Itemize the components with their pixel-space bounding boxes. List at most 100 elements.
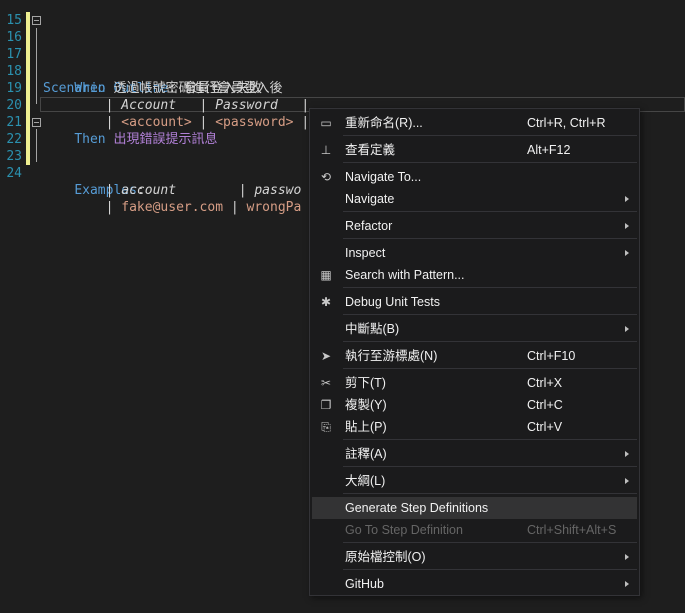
table-pipe: | — [105, 200, 122, 215]
change-marker — [26, 114, 30, 131]
submenu-arrow-icon — [625, 478, 629, 484]
menu-item-label: 執行至游標處(N) — [345, 349, 438, 363]
collapse-icon[interactable] — [32, 16, 41, 25]
menu-separator — [343, 287, 637, 288]
menu-item-source-control[interactable]: 原始檔控制(O) — [312, 546, 637, 568]
menu-item-refactor[interactable]: Refactor — [312, 215, 637, 237]
copy-icon: ❐ — [320, 398, 332, 412]
menu-item-label: Go To Step Definition — [345, 523, 463, 537]
table-value-cell: fake@user.com — [121, 200, 224, 215]
menu-item-label: Generate Step Definitions — [345, 501, 489, 515]
menu-item-navigate-to[interactable]: ⟲ Navigate To... — [312, 166, 637, 188]
menu-item-label: 複製(Y) — [345, 398, 387, 412]
table-header-cell: account — [121, 183, 177, 198]
menu-item-shortcut: Ctrl+F10 — [527, 349, 576, 363]
menu-item-label: GitHub — [345, 577, 384, 591]
menu-item-label: Search with Pattern... — [345, 268, 465, 282]
code-line: 20 Then 出現錯誤提示訊息 — [0, 80, 685, 147]
submenu-arrow-icon — [625, 196, 629, 202]
menu-item-label: 大綱(L) — [345, 474, 386, 488]
paste-icon: ⎘ — [321, 420, 331, 434]
menu-item-run-to-cursor[interactable]: ➤ 執行至游標處(N) Ctrl+F10 — [312, 345, 637, 367]
menu-item-label: 註釋(A) — [345, 447, 387, 461]
menu-item-shortcut: Ctrl+Shift+Alt+S — [527, 523, 617, 537]
submenu-arrow-icon — [625, 554, 629, 560]
menu-item-breakpoint[interactable]: 中斷點(B) — [312, 318, 637, 340]
menu-item-label: Debug Unit Tests — [345, 295, 440, 309]
table-header-cell: passwo — [254, 183, 302, 198]
line-number: 24 — [6, 166, 22, 181]
menu-item-label: 剪下(T) — [345, 376, 386, 390]
pointer-icon: ➤ — [320, 349, 332, 363]
submenu-arrow-icon — [625, 451, 629, 457]
menu-item-shortcut: Ctrl+X — [527, 376, 563, 390]
change-marker — [26, 148, 30, 165]
table-value-cell: wrongPa — [246, 200, 302, 215]
menu-item-github[interactable]: GitHub — [312, 573, 637, 595]
change-marker — [26, 46, 30, 63]
menu-item-inspect[interactable]: Inspect — [312, 242, 637, 264]
menu-separator — [343, 211, 637, 212]
menu-item-shortcut: Ctrl+R, Ctrl+R — [527, 116, 606, 130]
submenu-arrow-icon — [625, 250, 629, 256]
code-line: 17 When 透過帳號密碼進行會員登入後 — [0, 29, 685, 96]
menu-item-outlining[interactable]: 大綱(L) — [312, 470, 637, 492]
menu-item-shortcut: Alt+F12 — [527, 143, 571, 157]
menu-separator — [343, 341, 637, 342]
context-menu: ▭ 重新命名(R)... Ctrl+R, Ctrl+R ⊥ 查看定義 Alt+F… — [309, 108, 640, 596]
menu-item-annotation[interactable]: 註釋(A) — [312, 443, 637, 465]
menu-item-label: Inspect — [345, 246, 386, 260]
menu-separator — [343, 238, 637, 239]
go-to-definition-icon: ⊥ — [320, 143, 332, 157]
menu-item-debug-unit-tests[interactable]: ✱ Debug Unit Tests — [312, 291, 637, 313]
change-marker — [26, 80, 30, 97]
menu-item-label: Navigate — [345, 192, 395, 206]
menu-item-label: 重新命名(R)... — [345, 116, 423, 130]
menu-separator — [343, 135, 637, 136]
menu-item-navigate[interactable]: Navigate — [312, 188, 637, 210]
code-line: 16 Scenario Outline: 會員登入失敗 — [0, 12, 685, 96]
menu-item-label: 貼上(P) — [345, 420, 387, 434]
code-line: 18 | Account | Password | — [0, 46, 685, 113]
code-line: 19 | <account> | <password> | — [0, 63, 685, 130]
change-marker — [26, 131, 30, 148]
submenu-arrow-icon — [625, 581, 629, 587]
menu-item-label: 查看定義 — [345, 143, 396, 157]
menu-separator — [343, 493, 637, 494]
menu-separator — [343, 368, 637, 369]
table-pipe: | — [105, 183, 122, 198]
menu-item-peek-definition[interactable]: ⊥ 查看定義 Alt+F12 — [312, 139, 637, 161]
navigate-to-icon: ⟲ — [320, 170, 332, 184]
cut-icon: ✂ — [320, 376, 332, 390]
menu-item-rename[interactable]: ▭ 重新命名(R)... Ctrl+R, Ctrl+R — [312, 112, 637, 134]
menu-separator — [343, 439, 637, 440]
menu-item-generate-step-definitions[interactable]: Generate Step Definitions — [312, 497, 637, 519]
menu-item-cut[interactable]: ✂ 剪下(T) Ctrl+X — [312, 372, 637, 394]
code-line: 15 — [0, 0, 685, 28]
menu-separator — [343, 162, 637, 163]
menu-item-label: Refactor — [345, 219, 393, 233]
change-marker — [26, 29, 30, 46]
submenu-arrow-icon — [625, 223, 629, 229]
menu-item-go-to-step-definition[interactable]: Go To Step Definition Ctrl+Shift+Alt+S — [312, 519, 637, 541]
menu-separator — [343, 542, 637, 543]
menu-item-label: Navigate To... — [345, 170, 422, 184]
menu-separator — [343, 569, 637, 570]
menu-item-copy[interactable]: ❐ 複製(Y) Ctrl+C — [312, 394, 637, 416]
menu-item-shortcut: Ctrl+C — [527, 398, 563, 412]
menu-item-shortcut: Ctrl+V — [527, 420, 563, 434]
submenu-arrow-icon — [625, 326, 629, 332]
change-marker — [26, 12, 30, 29]
menu-separator — [343, 466, 637, 467]
debug-bug-icon: ✱ — [320, 295, 332, 309]
search-pattern-icon: ▦ — [320, 268, 332, 282]
table-pipe: | — [176, 183, 255, 198]
table-pipe: | — [223, 200, 247, 215]
change-marker — [26, 97, 30, 114]
menu-item-paste[interactable]: ⎘ 貼上(P) Ctrl+V — [312, 416, 637, 438]
menu-item-search-with-pattern[interactable]: ▦ Search with Pattern... — [312, 264, 637, 286]
collapse-icon[interactable] — [32, 118, 41, 127]
menu-item-label: 原始檔控制(O) — [345, 550, 426, 564]
menu-item-label: 中斷點(B) — [345, 322, 400, 336]
change-marker — [26, 63, 30, 80]
